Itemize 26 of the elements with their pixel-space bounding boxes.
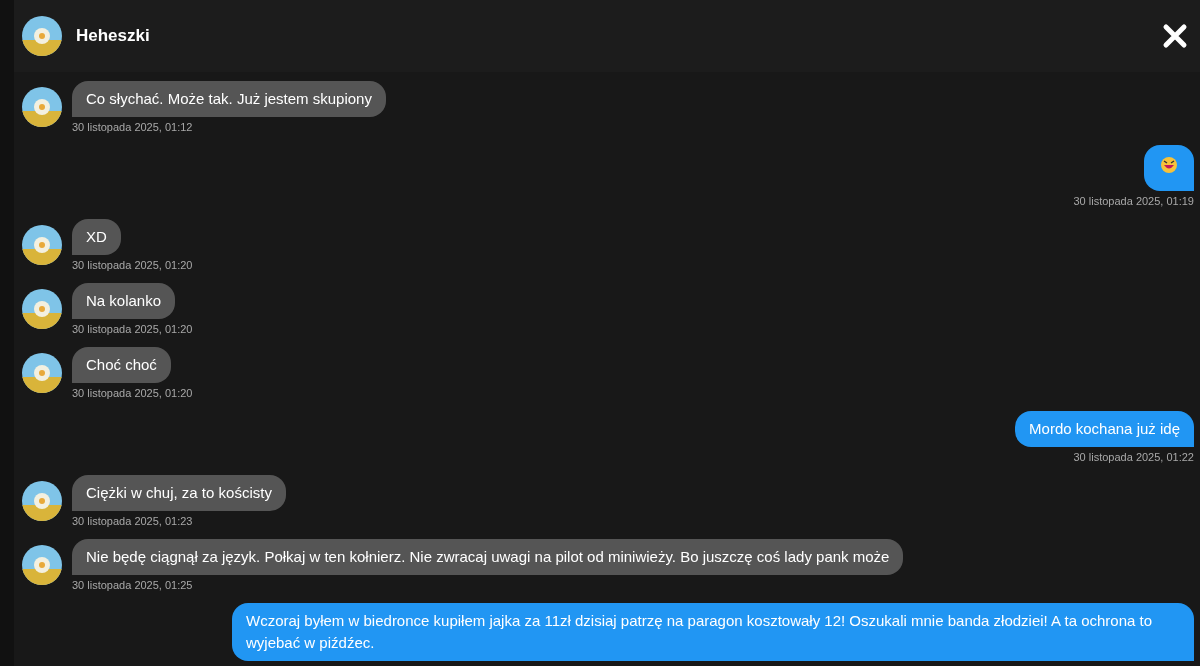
avatar <box>22 16 62 56</box>
message-time: 30 listopada 2025, 01:20 <box>72 387 193 399</box>
close-button[interactable] <box>1162 23 1188 49</box>
message-bubble: Choć choć <box>72 347 171 383</box>
laughing-face-icon <box>1160 156 1178 174</box>
message-bubble: Co słychać. Może tak. Już jestem skupiony <box>72 81 386 117</box>
avatar <box>22 87 62 127</box>
message-time: 30 listopada 2025, 01:12 <box>72 121 193 133</box>
message-time: 30 listopada 2025, 01:20 <box>72 323 193 335</box>
chat-title: Heheszki <box>76 26 151 46</box>
avatar <box>22 225 62 265</box>
message-bubble: XD <box>72 219 121 255</box>
message-bubble: Nie będę ciągnął za język. Połkaj w ten kołnierz. Nie zwracaj uwagi na pilot od miniwieży. Bo juszczę coś lady pank może <box>72 539 904 575</box>
message-time: 30 listopada 2025, 01:22 <box>1073 451 1194 463</box>
message-time: 30 listopada 2025, 01:20 <box>72 259 193 271</box>
message-time: 30 listopada 2025, 01:23 <box>72 515 193 527</box>
message-time: 30 listopada 2025, 01:19 <box>1073 195 1194 207</box>
message-bubble: Na kolanko <box>72 283 176 319</box>
avatar <box>22 289 62 329</box>
message-bubble: Ciężki w chuj, za to kościsty <box>72 475 286 511</box>
avatar <box>22 545 62 585</box>
avatar <box>22 353 62 393</box>
avatar <box>22 481 62 521</box>
message-bubble: Mordo kochana już idę <box>1015 411 1194 447</box>
message-time: 30 listopada 2025, 01:25 <box>72 579 193 591</box>
message-bubble: Wczoraj byłem w biedronce kupiłem jajka za 11zł dzisiaj patrzę na paragon kosztowały 12! Oszukali mnie banda złodziei! A ta ochrona to wyjebać w piźdźec. <box>232 603 1194 661</box>
